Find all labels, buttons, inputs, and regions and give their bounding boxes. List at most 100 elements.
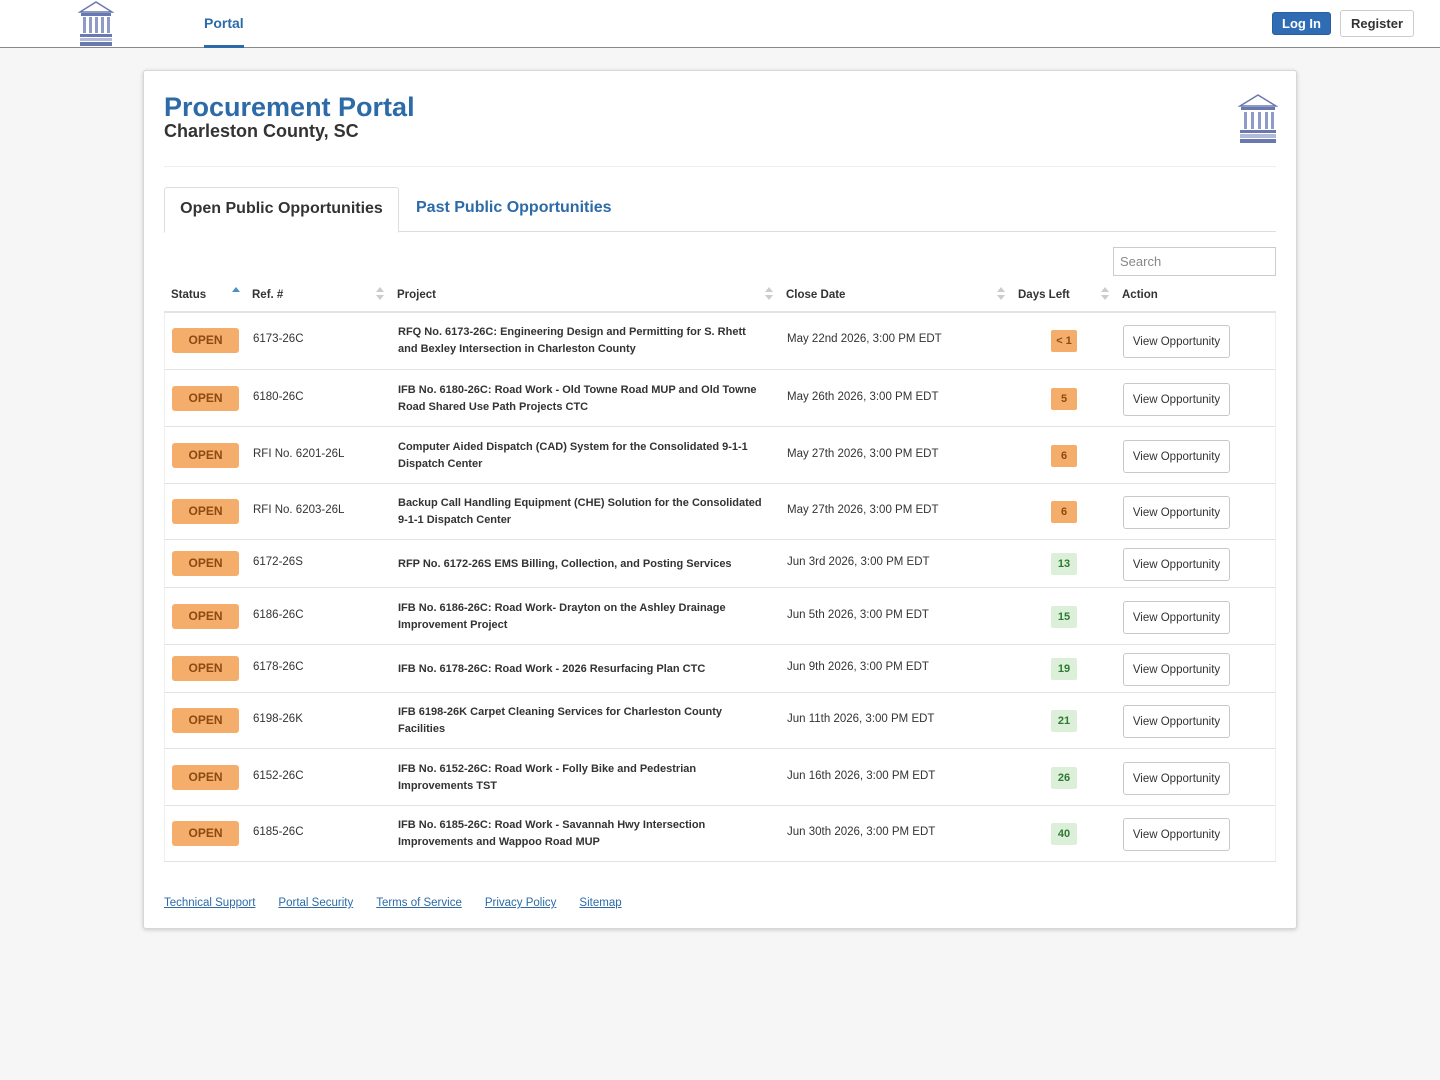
days-left-badge: 40: [1051, 823, 1077, 845]
status-badge: OPEN: [172, 328, 239, 353]
sort-icon[interactable]: [997, 287, 1005, 301]
view-opportunity-button[interactable]: View Opportunity: [1123, 383, 1230, 416]
close-date: May 27th 2026, 3:00 PM EDT: [787, 504, 939, 516]
view-opportunity-button[interactable]: View Opportunity: [1123, 325, 1230, 358]
days-left-badge: 6: [1051, 501, 1077, 523]
project-title: IFB No. 6152-26C: Road Work - Folly Bike…: [398, 763, 697, 792]
close-date: May 26th 2026, 3:00 PM EDT: [787, 391, 939, 403]
days-left-badge: 6: [1051, 445, 1077, 467]
sort-icon[interactable]: [376, 287, 384, 301]
view-opportunity-button[interactable]: View Opportunity: [1123, 548, 1230, 581]
header-divider: [164, 166, 1276, 167]
technical-support-link[interactable]: Technical Support: [164, 897, 255, 909]
ref-number: 6198-26K: [253, 713, 303, 725]
ref-number: 6186-26C: [253, 609, 304, 621]
view-opportunity-button[interactable]: View Opportunity: [1123, 440, 1230, 473]
privacy-policy-link[interactable]: Privacy Policy: [485, 897, 557, 909]
tab-past-public-opportunities[interactable]: Past Public Opportunities: [416, 187, 612, 232]
view-opportunity-button[interactable]: View Opportunity: [1123, 653, 1230, 686]
days-left-badge: 26: [1051, 767, 1077, 789]
ref-number: 6152-26C: [253, 770, 304, 782]
sort-icon[interactable]: [1101, 287, 1109, 301]
days-left-badge: < 1: [1051, 330, 1077, 352]
tab-open-public-opportunities[interactable]: Open Public Opportunities: [164, 187, 399, 233]
table-row: OPEN RFI No. 6203-26L Backup Call Handling…: [165, 483, 1275, 539]
column-header-days-left[interactable]: Days Left: [1018, 289, 1070, 301]
project-title: Computer Aided Dispatch (CAD) System for…: [398, 441, 748, 470]
sort-asc-icon[interactable]: [232, 287, 240, 301]
table-row: OPEN 6185-26C IFB No. 6185-26C: Road Work …: [165, 805, 1275, 861]
days-left-badge: 21: [1051, 710, 1077, 732]
status-badge: OPEN: [172, 604, 239, 629]
table-row: OPEN 6180-26C IFB No. 6180-26C: Road Work …: [165, 369, 1275, 426]
column-header-project[interactable]: Project: [397, 289, 436, 301]
close-date: Jun 3rd 2026, 3:00 PM EDT: [787, 556, 930, 568]
column-header-status[interactable]: Status: [171, 289, 206, 301]
days-left-badge: 15: [1051, 606, 1077, 628]
top-navbar: Portal Log In Register: [0, 0, 1440, 48]
ref-number: 6185-26C: [253, 826, 304, 838]
sitemap-link[interactable]: Sitemap: [579, 897, 621, 909]
opportunities-table: Status Ref. # Project Close Date Days Le…: [164, 281, 1276, 862]
view-opportunity-button[interactable]: View Opportunity: [1123, 601, 1230, 634]
project-title: IFB No. 6186-26C: Road Work- Drayton on …: [398, 602, 726, 631]
column-header-close-date[interactable]: Close Date: [786, 289, 845, 301]
status-badge: OPEN: [172, 386, 239, 411]
page-title: Procurement Portal: [164, 92, 415, 122]
opportunity-tabs: Open Public Opportunities Past Public Op…: [164, 187, 1276, 233]
project-title: IFB No. 6178-26C: Road Work - 2026 Resur…: [398, 663, 706, 675]
status-badge: OPEN: [172, 443, 239, 468]
column-header-ref[interactable]: Ref. #: [252, 289, 283, 301]
page-subtitle: Charleston County, SC: [164, 121, 359, 141]
close-date: Jun 5th 2026, 3:00 PM EDT: [787, 609, 929, 621]
project-title: RFP No. 6172-26S EMS Billing, Collection…: [398, 558, 732, 570]
terms-of-service-link[interactable]: Terms of Service: [376, 897, 462, 909]
view-opportunity-button[interactable]: View Opportunity: [1123, 762, 1230, 795]
project-title: RFQ No. 6173-26C: Engineering Design and…: [398, 326, 746, 355]
days-left-badge: 13: [1051, 553, 1077, 575]
ref-number: 6178-26C: [253, 661, 304, 673]
log-in-button[interactable]: Log In: [1272, 12, 1331, 35]
close-date: May 22nd 2026, 3:00 PM EDT: [787, 333, 942, 345]
portal-security-link[interactable]: Portal Security: [278, 897, 353, 909]
ref-number: 6173-26C: [253, 333, 304, 345]
project-title: IFB No. 6185-26C: Road Work - Savannah H…: [398, 819, 706, 848]
sort-icon[interactable]: [765, 287, 773, 301]
table-row: OPEN RFI No. 6201-26L Computer Aided Dispa…: [165, 426, 1275, 483]
column-header-action: Action: [1122, 289, 1158, 301]
ref-number: 6172-26S: [253, 556, 303, 568]
table-row: OPEN 6172-26S RFP No. 6172-26S EMS Billing…: [165, 539, 1275, 587]
search-input[interactable]: [1113, 247, 1276, 276]
table-row: OPEN 6186-26C IFB No. 6186-26C: Road Work-…: [165, 587, 1275, 644]
table-row: OPEN 6178-26C IFB No. 6178-26C: Road Work …: [165, 644, 1275, 692]
close-date: Jun 9th 2026, 3:00 PM EDT: [787, 661, 929, 673]
charleston-county-seal-icon[interactable]: [78, 0, 114, 47]
status-badge: OPEN: [172, 499, 239, 524]
table-header: Status Ref. # Project Close Date Days Le…: [164, 281, 1276, 313]
footer-links: Technical Support Portal Security Terms …: [164, 897, 622, 909]
days-left-badge: 19: [1051, 658, 1077, 680]
table-row: OPEN 6173-26C RFQ No. 6173-26C: Engineerin…: [165, 313, 1275, 369]
table-row: OPEN 6152-26C IFB No. 6152-26C: Road Work …: [165, 748, 1275, 805]
register-button[interactable]: Register: [1340, 10, 1414, 37]
close-date: Jun 16th 2026, 3:00 PM EDT: [787, 770, 936, 782]
ref-number: 6180-26C: [253, 391, 304, 403]
status-badge: OPEN: [172, 656, 239, 681]
project-title: Backup Call Handling Equipment (CHE) Sol…: [398, 497, 762, 526]
status-badge: OPEN: [172, 551, 239, 576]
days-left-badge: 5: [1051, 388, 1077, 410]
project-title: IFB 6198-26K Carpet Cleaning Services fo…: [398, 706, 722, 735]
view-opportunity-button[interactable]: View Opportunity: [1123, 818, 1230, 851]
close-date: Jun 30th 2026, 3:00 PM EDT: [787, 826, 936, 838]
ref-number: RFI No. 6201-26L: [253, 448, 345, 460]
table-row: OPEN 6198-26K IFB 6198-26K Carpet Cleaning…: [165, 692, 1275, 748]
view-opportunity-button[interactable]: View Opportunity: [1123, 705, 1230, 738]
view-opportunity-button[interactable]: View Opportunity: [1123, 496, 1230, 529]
table-body: OPEN 6173-26C RFQ No. 6173-26C: Engineerin…: [164, 313, 1276, 862]
project-title: IFB No. 6180-26C: Road Work - Old Towne …: [398, 384, 757, 413]
charleston-county-seal-icon: [1238, 94, 1278, 143]
nav-tab-portal[interactable]: Portal: [204, 0, 244, 48]
ref-number: RFI No. 6203-26L: [253, 504, 345, 516]
close-date: Jun 11th 2026, 3:00 PM EDT: [787, 713, 935, 725]
status-badge: OPEN: [172, 708, 239, 733]
